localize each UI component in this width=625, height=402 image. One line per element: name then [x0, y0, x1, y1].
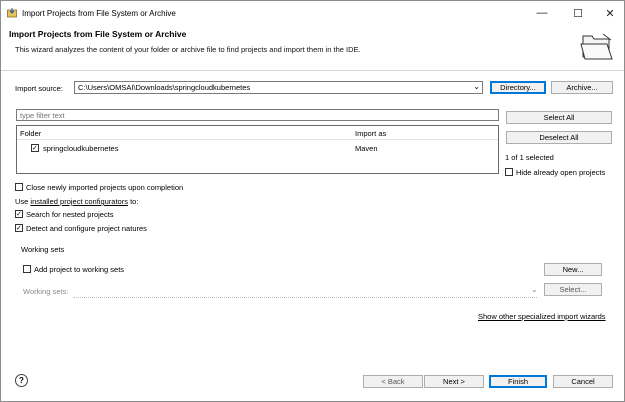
import-source-label: Import source: [15, 84, 63, 93]
open-folder-icon [580, 33, 613, 60]
hide-open-projects-label: Hide already open projects [516, 168, 606, 177]
configurators-link[interactable]: installed project configurators [30, 197, 128, 206]
specialized-wizards-link[interactable]: Show other specialized import wizards [478, 312, 606, 321]
archive-button[interactable]: Archive... [551, 81, 613, 94]
page-title: Import Projects from File System or Arch… [9, 29, 187, 39]
help-button[interactable]: ? [15, 374, 28, 387]
finish-button[interactable]: Finish [489, 375, 547, 388]
import-source-value: C:\Users\OMSAI\Downloads\springcloudkube… [78, 83, 251, 92]
chevron-down-icon[interactable]: ⌄ [473, 82, 480, 91]
header-divider [17, 139, 498, 140]
back-button[interactable]: < Back [363, 375, 423, 388]
hide-open-projects-checkbox[interactable] [505, 168, 513, 176]
filter-box [16, 109, 499, 121]
import-wizard-window: Import Projects from File System or Arch… [0, 0, 625, 402]
page-description: This wizard analyzes the content of your… [15, 45, 361, 54]
minimize-button[interactable]: — [531, 5, 553, 21]
select-working-set-button[interactable]: Select... [544, 283, 602, 296]
deselect-all-button[interactable]: Deselect All [506, 131, 612, 144]
new-working-set-button[interactable]: New... [544, 263, 602, 276]
close-on-completion-checkbox[interactable] [15, 183, 23, 191]
import-source-combo[interactable]: C:\Users\OMSAI\Downloads\springcloudkube… [74, 81, 483, 94]
add-to-working-sets-label: Add project to working sets [34, 265, 125, 274]
filter-input[interactable] [17, 111, 493, 120]
detect-configure-label: Detect and configure project natures [26, 224, 147, 233]
row-folder: springcloudkubernetes [43, 144, 119, 153]
working-sets-chevron-down-icon: ⌄ [531, 285, 538, 294]
row-checkbox[interactable] [31, 144, 39, 152]
working-sets-label: Working sets: [23, 287, 69, 296]
close-button[interactable]: ✕ [599, 5, 621, 21]
column-header-folder: Folder [20, 129, 42, 138]
table-row[interactable]: springcloudkubernetes Maven [17, 142, 498, 154]
help-icon: ? [19, 376, 24, 385]
selected-count: 1 of 1 selected [505, 153, 554, 162]
add-to-working-sets-checkbox[interactable] [23, 265, 31, 273]
use-prefix: Use [15, 197, 31, 206]
projects-table: Folder Import as springcloudkubernetes M… [16, 125, 499, 174]
search-nested-label: Search for nested projects [26, 210, 114, 219]
maximize-button[interactable]: ☐ [567, 5, 589, 21]
column-header-import-as: Import as [355, 129, 387, 138]
wizard-header: Import Projects from File System or Arch… [1, 26, 624, 71]
title-bar: Import Projects from File System or Arch… [1, 1, 624, 26]
working-sets-field [73, 286, 537, 298]
detect-configure-checkbox[interactable] [15, 224, 23, 232]
cancel-button[interactable]: Cancel [553, 375, 613, 388]
search-nested-checkbox[interactable] [15, 210, 23, 218]
close-on-completion-label: Close newly imported projects upon compl… [26, 183, 184, 192]
select-all-button[interactable]: Select All [506, 111, 612, 124]
window-title: Import Projects from File System or Arch… [22, 9, 176, 18]
use-suffix: to: [127, 197, 139, 206]
working-sets-group-label: Working sets [21, 245, 65, 254]
next-button[interactable]: Next > [424, 375, 484, 388]
row-import-as: Maven [355, 144, 378, 153]
import-icon [7, 8, 17, 18]
configurators-line: Use installed project configurators to: [15, 197, 138, 206]
directory-button[interactable]: Directory... [490, 81, 546, 94]
